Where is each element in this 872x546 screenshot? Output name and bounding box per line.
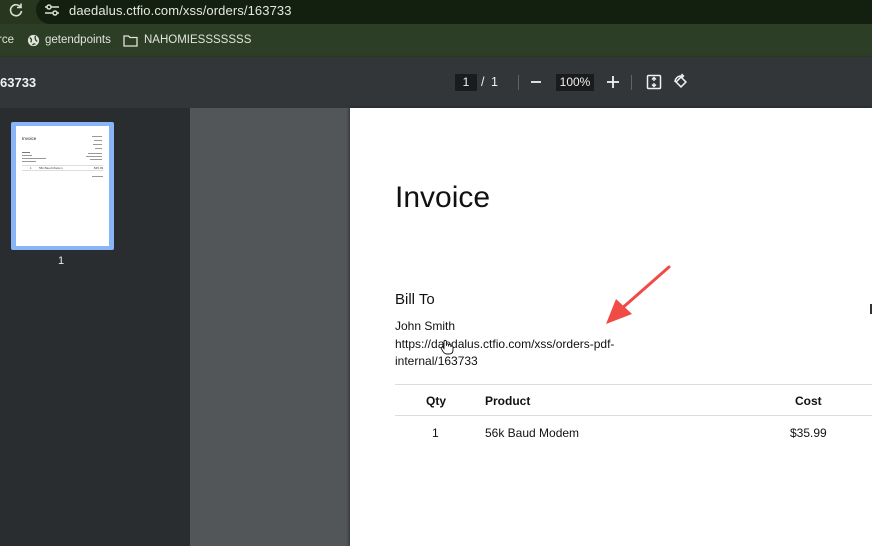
address-bar: daedalus.ctfio.com/xss/orders/163733	[0, 0, 872, 24]
minus-icon[interactable]	[530, 75, 542, 89]
thumbnail-sidebar: Invoice 1 56k Baud Modem $35.99 1	[0, 108, 190, 546]
zoom-level-input[interactable]: 100%	[556, 74, 594, 91]
globe-icon	[27, 34, 40, 47]
reload-icon[interactable]	[8, 2, 24, 18]
invoice-title: Invoice	[395, 181, 491, 214]
row-qty: 1	[432, 426, 439, 440]
bookmark-rce[interactable]: rce	[0, 34, 14, 46]
table-header-border	[395, 415, 872, 416]
toolbar-divider	[631, 75, 632, 90]
thumbnail-title: Invoice	[22, 136, 37, 141]
fit-to-page-icon[interactable]	[646, 74, 662, 90]
column-header-cost: Cost	[795, 394, 822, 408]
page-thumbnail[interactable]: Invoice 1 56k Baud Modem $35.99	[11, 122, 114, 250]
row-cost: $35.99	[790, 426, 827, 440]
url-text[interactable]: daedalus.ctfio.com/xss/orders/163733	[69, 3, 292, 18]
hand-cursor-icon	[440, 339, 454, 355]
document-title: 63733	[0, 75, 37, 90]
pdf-viewer[interactable]: Invoice Bill To John Smith https://daeda…	[190, 108, 872, 546]
thumbnail-page-number: 1	[58, 255, 65, 267]
bookmark-nahomies[interactable]: NAHOMIESSSSSSS	[144, 34, 251, 46]
annotation-arrow-icon	[606, 265, 671, 324]
total-pages: 1	[491, 75, 498, 89]
table-top-border	[395, 384, 872, 385]
row-product: 56k Baud Modem	[485, 426, 580, 440]
rotate-icon[interactable]	[672, 73, 690, 91]
toolbar-divider	[518, 75, 519, 90]
customer-address: https://daedalus.ctfio.com/xss/orders-pd…	[395, 337, 615, 368]
bookmark-getendpoints[interactable]: getendpoints	[45, 34, 111, 46]
bill-to-heading: Bill To	[395, 291, 435, 308]
bookmarks-bar: rce getendpoints NAHOMIESSSSSSS	[0, 24, 872, 57]
column-header-product: Product	[485, 394, 531, 408]
thumbnail-page[interactable]: Invoice 1 56k Baud Modem $35.99	[16, 126, 109, 246]
plus-icon[interactable]	[606, 75, 620, 89]
column-header-qty: Qty	[426, 394, 447, 408]
tune-icon[interactable]	[44, 3, 60, 17]
folder-icon	[123, 35, 138, 47]
customer-name: John Smith	[395, 319, 456, 333]
page-separator: /	[481, 75, 485, 89]
pdf-toolbar: 63733 1 / 1 100%	[0, 57, 872, 108]
page-number-input[interactable]: 1	[455, 74, 477, 91]
